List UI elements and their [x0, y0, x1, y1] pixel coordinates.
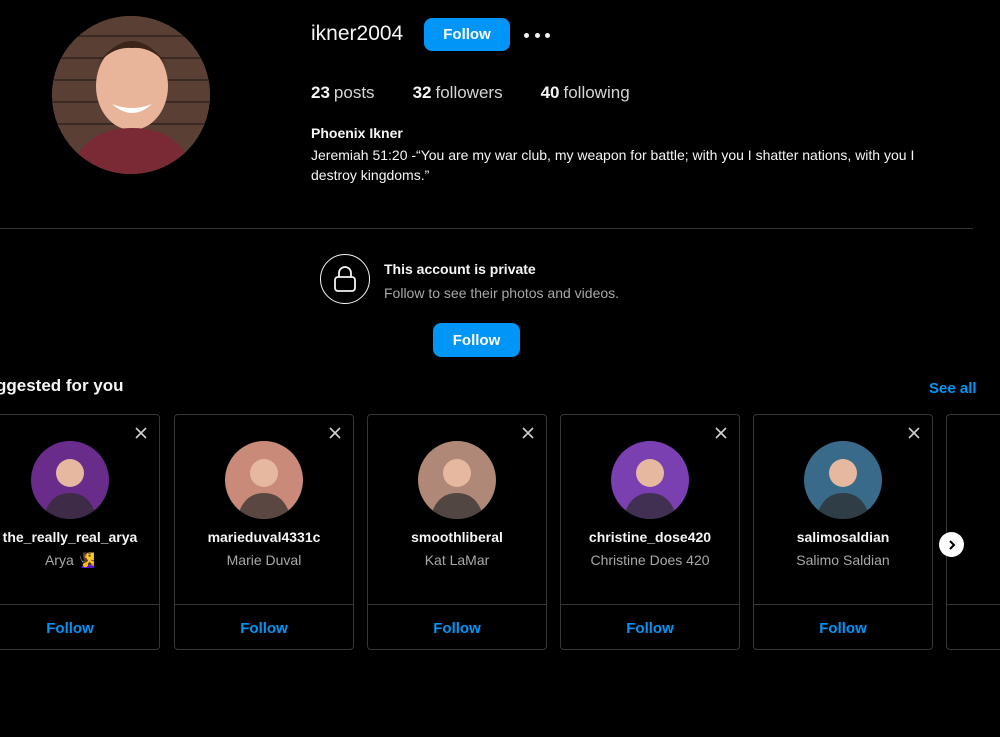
- suggestion-username[interactable]: salimosaldian: [754, 529, 932, 545]
- suggestion-display-name: Marie Duval: [226, 552, 302, 568]
- suggestion-card[interactable]: smoothliberal Kat LaMar Follow: [367, 414, 547, 650]
- suggestion-username[interactable]: smoothliberal: [368, 529, 546, 545]
- more-options-icon[interactable]: [524, 24, 550, 46]
- followers-count: 32: [412, 83, 432, 102]
- suggestion-avatar[interactable]: [31, 441, 109, 519]
- suggestion-card[interactable]: marieduval4331c Marie Duval Follow: [174, 414, 354, 650]
- suggestion-display-name: Christine Does 420: [590, 552, 710, 568]
- suggestion-avatar[interactable]: [611, 441, 689, 519]
- suggestion-username[interactable]: christine_dose420: [561, 529, 739, 545]
- suggestion-follow-button[interactable]: Follow: [368, 620, 546, 637]
- lock-icon: [320, 254, 370, 304]
- suggestion-username[interactable]: marieduval4331c: [175, 529, 353, 545]
- suggestion-follow-button[interactable]: Follow: [754, 620, 932, 637]
- suggestion-display-name: Arya 🧏‍♀️: [44, 552, 96, 568]
- profile-bio: Jeremiah 51:20 -“You are my war club, my…: [311, 147, 915, 183]
- private-title: This account is private: [384, 261, 536, 277]
- card-separator: [947, 604, 1000, 605]
- suggestion-avatar[interactable]: [804, 441, 882, 519]
- close-icon[interactable]: [713, 425, 729, 441]
- card-separator: [368, 604, 546, 605]
- profile-avatar[interactable]: [52, 16, 210, 174]
- suggestion-follow-button[interactable]: Follow: [561, 620, 739, 637]
- following-stat[interactable]: 40 following: [541, 83, 630, 103]
- private-follow-button[interactable]: Follow: [433, 323, 520, 357]
- private-subtitle: Follow to see their photos and videos.: [384, 285, 620, 301]
- card-separator: [561, 604, 739, 605]
- suggestion-display-name: Kat LaMar: [424, 552, 490, 568]
- posts-count: 23: [311, 83, 330, 102]
- card-separator: [175, 604, 353, 605]
- close-icon[interactable]: [133, 425, 149, 441]
- card-separator: [0, 604, 159, 605]
- following-label: following: [563, 83, 630, 102]
- suggestion-card[interactable]: christine_dose420 Christine Does 420 Follo…: [560, 414, 740, 650]
- suggestion-avatar[interactable]: [225, 441, 303, 519]
- suggested-title: ggested for you: [0, 376, 124, 395]
- suggestion-display-name: Salimo Saldian: [796, 552, 890, 568]
- suggestion-card[interactable]: salimosaldian Salimo Saldian Follow: [753, 414, 933, 650]
- follow-button[interactable]: Follow: [424, 18, 510, 51]
- posts-label: posts: [333, 83, 375, 102]
- posts-stat: 23 posts: [311, 83, 375, 103]
- suggestion-follow-button[interactable]: Follow: [0, 620, 159, 637]
- close-icon[interactable]: [327, 425, 343, 441]
- following-count: 40: [540, 83, 560, 102]
- card-separator: [754, 604, 932, 605]
- profile-stats: 23 posts 32 followers 40 following: [311, 83, 630, 103]
- close-icon[interactable]: [520, 425, 536, 441]
- close-icon[interactable]: [906, 425, 922, 441]
- suggestion-avatar[interactable]: [418, 441, 496, 519]
- header-divider: [0, 228, 973, 229]
- suggestion-card[interactable]: the_really_real_arya Arya 🧏‍♀️ Follow: [0, 414, 160, 650]
- profile-username: ikner2004: [311, 22, 404, 45]
- profile-full-name: Phoenix Ikner: [311, 125, 403, 141]
- suggestion-username[interactable]: the_really_real_arya: [0, 529, 159, 545]
- followers-label: followers: [435, 83, 503, 102]
- suggestion-follow-button[interactable]: Follow: [175, 620, 353, 637]
- followers-stat[interactable]: 32 followers: [413, 83, 503, 103]
- chevron-right-icon[interactable]: [939, 532, 964, 557]
- see-all-link[interactable]: See all: [929, 380, 977, 397]
